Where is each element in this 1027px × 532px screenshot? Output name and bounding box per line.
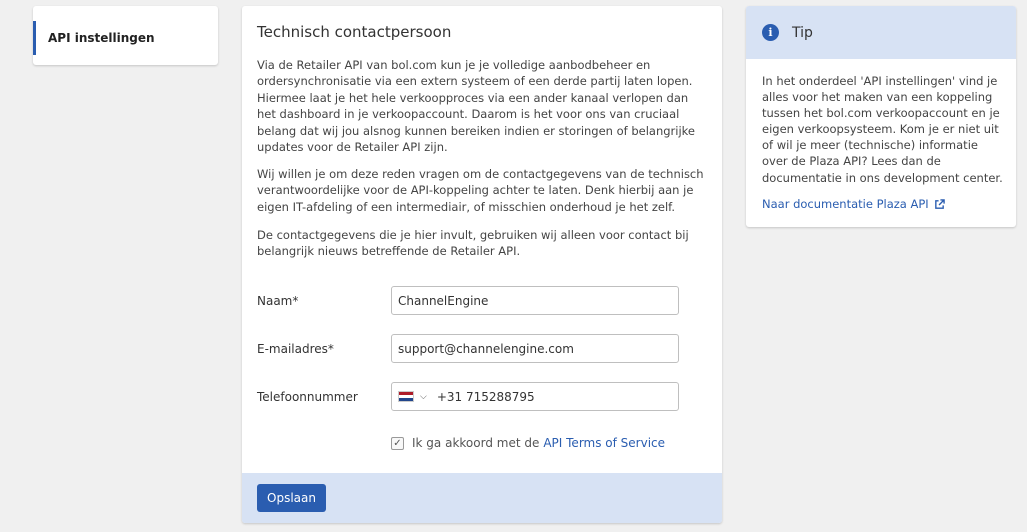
tip-body: In het onderdeel 'API instellingen' vind… bbox=[762, 74, 1003, 185]
terms-checkbox[interactable]: ✓ bbox=[391, 436, 404, 450]
tip-header: i Tip bbox=[746, 6, 1016, 59]
sidebar-item-label: API instellingen bbox=[48, 31, 155, 45]
phone-field[interactable]: ⌵ +31 715288795 bbox=[391, 382, 679, 411]
tip-title: Tip bbox=[792, 24, 813, 41]
terms-link[interactable]: API Terms of Service bbox=[543, 436, 665, 450]
intro-paragraph: Via de Retailer API van bol.com kun je j… bbox=[257, 58, 696, 155]
email-field-value: support@channelengine.com bbox=[398, 341, 574, 356]
documentation-link[interactable]: Naar documentatie Plaza API bbox=[762, 197, 945, 211]
info-icon: i bbox=[762, 24, 779, 41]
email-label: E-mailadres* bbox=[257, 342, 334, 356]
save-button[interactable]: Opslaan bbox=[257, 484, 326, 512]
external-link-icon bbox=[934, 198, 945, 209]
page-title: Technisch contactpersoon bbox=[257, 23, 452, 41]
phone-field-value: +31 715288795 bbox=[436, 389, 535, 404]
sidebar: API instellingen bbox=[33, 6, 218, 65]
phone-label: Telefoonnummer bbox=[257, 390, 358, 404]
documentation-link-label: Naar documentatie Plaza API bbox=[762, 197, 929, 211]
reason-paragraph: Wij willen je om deze reden vragen om de… bbox=[257, 167, 704, 214]
tip-panel: i Tip In het onderdeel 'API instellingen… bbox=[746, 6, 1016, 227]
name-field-value: ChannelEngine bbox=[398, 293, 489, 308]
privacy-paragraph: De contactgegevens die je hier invult, g… bbox=[257, 228, 689, 259]
email-field[interactable]: support@channelengine.com bbox=[391, 334, 679, 363]
name-field[interactable]: ChannelEngine bbox=[391, 286, 679, 315]
chevron-down-icon[interactable]: ⌵ bbox=[420, 392, 427, 402]
nl-flag-icon[interactable] bbox=[398, 391, 414, 402]
form-footer: Opslaan bbox=[242, 473, 722, 523]
sidebar-item-api-instellingen[interactable]: API instellingen bbox=[33, 21, 218, 55]
checkmark-icon: ✓ bbox=[393, 437, 402, 449]
name-label: Naam* bbox=[257, 294, 299, 308]
terms-agreement: ✓ Ik ga akkoord met de API Terms of Serv… bbox=[391, 436, 665, 450]
main-panel: Technisch contactpersoon Via de Retailer… bbox=[242, 6, 722, 523]
terms-text: Ik ga akkoord met de bbox=[412, 436, 540, 450]
